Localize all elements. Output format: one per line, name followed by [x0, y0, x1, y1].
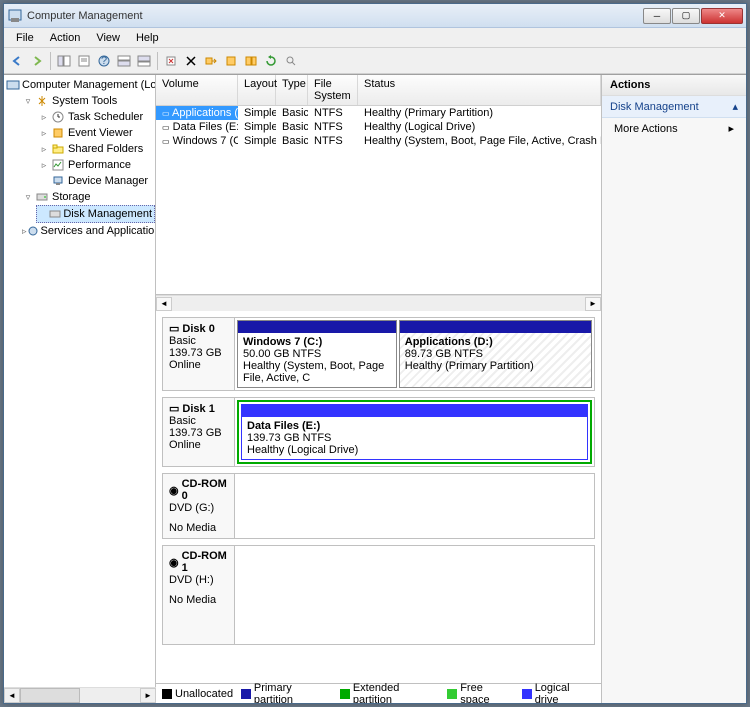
menubar: File Action View Help — [4, 28, 746, 48]
forward-button[interactable] — [28, 52, 46, 70]
menu-view[interactable]: View — [88, 30, 128, 46]
col-volume[interactable]: Volume — [156, 75, 238, 105]
partition[interactable]: Windows 7 (C:) 50.00 GB NTFS Healthy (Sy… — [237, 320, 397, 388]
settings-icon[interactable] — [162, 52, 180, 70]
toolbar: ? — [4, 48, 746, 74]
partition[interactable]: Data Files (E:) 139.73 GB NTFS Healthy (… — [241, 404, 588, 460]
refresh-icon[interactable] — [262, 52, 280, 70]
actions-section[interactable]: Disk Management ▴ — [602, 96, 746, 118]
menu-help[interactable]: Help — [128, 30, 167, 46]
volume-row[interactable]: ▭ Data Files (E:) Simple Basic NTFS Heal… — [156, 120, 601, 134]
close-button[interactable]: ✕ — [701, 8, 743, 24]
tree-device-manager[interactable]: Device Manager — [36, 173, 155, 189]
extended-partition[interactable]: Data Files (E:) 139.73 GB NTFS Healthy (… — [237, 400, 592, 464]
volume-list: Volume Layout Type File System Status ▭ … — [156, 75, 601, 295]
window: Computer Management ─ ▢ ✕ File Action Vi… — [3, 3, 747, 704]
disk-graphical-view: ▭Disk 0 Basic 139.73 GB Online Windows 7… — [156, 311, 601, 683]
tool-icon-2[interactable] — [242, 52, 260, 70]
delete-icon[interactable] — [182, 52, 200, 70]
minimize-button[interactable]: ─ — [643, 8, 671, 24]
cd-icon: ◉ — [169, 556, 179, 569]
tree-shared-folders[interactable]: ▹Shared Folders — [36, 141, 155, 157]
disk-row[interactable]: ▭Disk 1 Basic 139.73 GB Online Data File… — [162, 397, 595, 467]
menu-action[interactable]: Action — [42, 30, 89, 46]
disk-row[interactable]: ▭Disk 0 Basic 139.73 GB Online Windows 7… — [162, 317, 595, 391]
volume-row[interactable]: ▭ Applications (D:) Simple Basic NTFS He… — [156, 106, 601, 120]
actions-header: Actions — [602, 75, 746, 96]
view-top-button[interactable] — [115, 52, 133, 70]
volume-hscroll[interactable]: ◄► — [156, 295, 601, 311]
col-status[interactable]: Status — [358, 75, 601, 105]
tree-system-tools[interactable]: ▿System Tools — [20, 93, 155, 109]
tree-event-viewer[interactable]: ▹Event Viewer — [36, 125, 155, 141]
chevron-right-icon: ▸ — [728, 122, 734, 135]
col-layout[interactable]: Layout — [238, 75, 276, 105]
view-bottom-button[interactable] — [135, 52, 153, 70]
volume-row[interactable]: ▭ Windows 7 (C:) Simple Basic NTFS Healt… — [156, 134, 601, 148]
properties-button[interactable] — [75, 52, 93, 70]
tool-icon-1[interactable] — [222, 52, 240, 70]
center-pane: Volume Layout Type File System Status ▭ … — [156, 75, 602, 703]
app-icon — [7, 8, 23, 24]
cd-icon: ◉ — [169, 484, 179, 497]
volume-header: Volume Layout Type File System Status — [156, 75, 601, 106]
disk-icon: ▭ — [169, 322, 179, 335]
action-more[interactable]: More Actions ▸ — [602, 118, 746, 139]
actions-pane: Actions Disk Management ▴ More Actions ▸ — [602, 75, 746, 703]
chevron-up-icon: ▴ — [732, 100, 738, 113]
partition[interactable]: Applications (D:) 89.73 GB NTFS Healthy … — [399, 320, 592, 388]
tree-task-scheduler[interactable]: ▹Task Scheduler — [36, 109, 155, 125]
col-type[interactable]: Type — [276, 75, 308, 105]
extend-icon[interactable] — [202, 52, 220, 70]
tree-performance[interactable]: ▹Performance — [36, 157, 155, 173]
tree-hscroll[interactable]: ◄► — [4, 687, 156, 703]
menu-file[interactable]: File — [8, 30, 42, 46]
window-title: Computer Management — [27, 10, 642, 22]
back-button[interactable] — [8, 52, 26, 70]
show-hide-tree-button[interactable] — [55, 52, 73, 70]
search-icon[interactable] — [282, 52, 300, 70]
maximize-button[interactable]: ▢ — [672, 8, 700, 24]
tree-services-apps[interactable]: ▹Services and Applications — [20, 223, 155, 239]
titlebar: Computer Management ─ ▢ ✕ — [4, 4, 746, 28]
disk-row[interactable]: ◉CD-ROM 1 DVD (H:) No Media — [162, 545, 595, 645]
legend: Unallocated Primary partition Extended p… — [156, 683, 601, 703]
col-fs[interactable]: File System — [308, 75, 358, 105]
tree-pane: Computer Management (Local ▿System Tools… — [4, 75, 156, 703]
tree-disk-management[interactable]: Disk Management — [36, 205, 155, 223]
tree-root[interactable]: Computer Management (Local — [4, 77, 155, 93]
disk-row[interactable]: ◉CD-ROM 0 DVD (G:) No Media — [162, 473, 595, 539]
svg-text:?: ? — [101, 55, 107, 67]
disk-icon: ▭ — [169, 402, 179, 415]
help-button[interactable]: ? — [95, 52, 113, 70]
tree-storage[interactable]: ▿Storage — [20, 189, 155, 205]
